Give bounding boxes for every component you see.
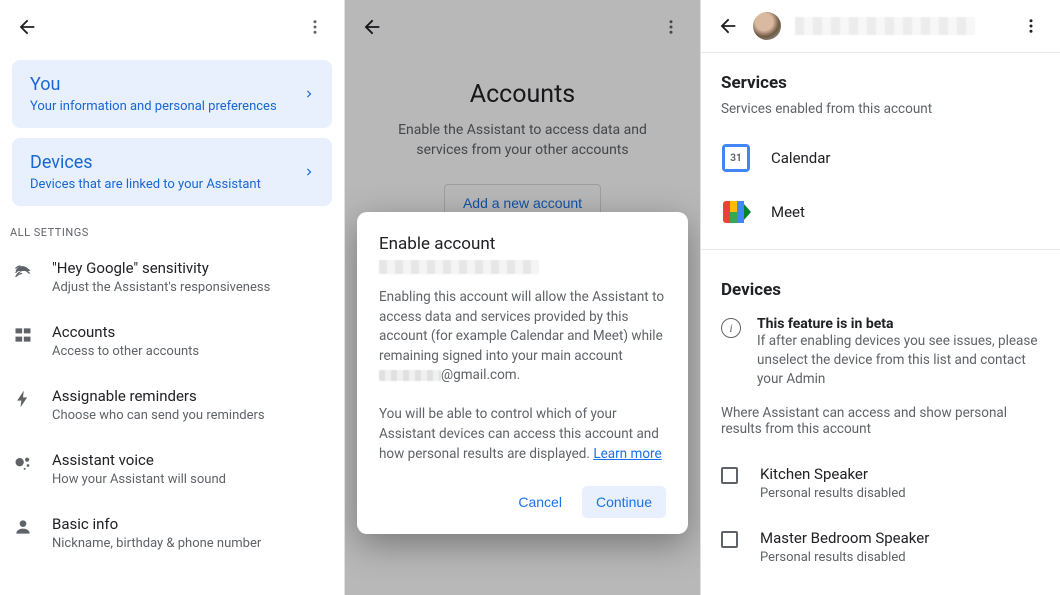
card-sub: Devices that are linked to your Assistan…: [30, 177, 261, 192]
account-name-redacted: [795, 17, 975, 35]
card-you[interactable]: You Your information and personal prefer…: [12, 60, 332, 128]
dialog-actions: Cancel Continue: [379, 486, 666, 518]
setting-title: "Hey Google" sensitivity: [52, 259, 270, 277]
checkbox[interactable]: [721, 531, 738, 548]
setting-reminders[interactable]: Assignable reminders Choose who can send…: [0, 373, 344, 437]
account-services-panel: Services Services enabled from this acco…: [701, 0, 1060, 595]
devices-desc: Where Assistant can access and show pers…: [701, 399, 1060, 451]
cancel-button[interactable]: Cancel: [506, 486, 574, 518]
beta-body: If after enabling devices you see issues…: [757, 332, 1040, 389]
service-label: Meet: [771, 203, 805, 221]
setting-basic-info[interactable]: Basic info Nickname, birthday & phone nu…: [0, 501, 344, 565]
card-title: You: [30, 74, 277, 95]
dialog-body: Enabling this account will allow the Ass…: [379, 288, 666, 464]
calendar-icon: [721, 143, 751, 173]
service-meet[interactable]: Meet: [701, 185, 1060, 239]
back-icon[interactable]: [717, 15, 739, 37]
setting-hey-google[interactable]: "Hey Google" sensitivity Adjust the Assi…: [0, 245, 344, 309]
email-prefix-redacted: [379, 370, 441, 381]
meet-icon: [721, 197, 751, 227]
setting-sub: How your Assistant will sound: [52, 472, 226, 487]
learn-more-link[interactable]: Learn more: [593, 446, 661, 462]
dialog-email-redacted: [379, 260, 539, 274]
setting-title: Assistant voice: [52, 451, 226, 469]
sensitivity-icon: [12, 259, 34, 281]
beta-title: This feature is in beta: [757, 316, 1040, 332]
device-title: Kitchen Speaker: [760, 465, 906, 483]
setting-sub: Nickname, birthday & phone number: [52, 536, 261, 551]
service-calendar[interactable]: Calendar: [701, 131, 1060, 185]
service-label: Calendar: [771, 149, 831, 167]
more-icon[interactable]: [302, 14, 328, 40]
setting-sub: Access to other accounts: [52, 344, 199, 359]
header: [701, 0, 1060, 53]
setting-title: Accounts: [52, 323, 199, 341]
services-sub: Services enabled from this account: [701, 101, 1060, 131]
email-suffix: @gmail.com.: [441, 367, 520, 383]
settings-panel: You Your information and personal prefer…: [0, 0, 345, 595]
section-label: ALL SETTINGS: [10, 226, 344, 239]
more-icon[interactable]: [1018, 13, 1044, 39]
device-sub: Personal results disabled: [760, 486, 906, 501]
setting-accounts[interactable]: Accounts Access to other accounts: [0, 309, 344, 373]
enable-account-dialog: Enable account Enabling this account wil…: [357, 212, 688, 534]
divider: [701, 249, 1060, 250]
checkbox[interactable]: [721, 467, 738, 484]
reminders-icon: [12, 387, 34, 409]
chevron-right-icon: [302, 165, 316, 179]
accounts-icon: [12, 323, 34, 345]
header: [0, 0, 344, 50]
setting-title: Assignable reminders: [52, 387, 265, 405]
setting-sub: Choose who can send you reminders: [52, 408, 265, 423]
device-sub: Personal results disabled: [760, 550, 929, 565]
beta-notice: i This feature is in beta If after enabl…: [701, 308, 1060, 399]
dialog-title: Enable account: [379, 234, 666, 254]
card-title: Devices: [30, 152, 261, 173]
card-devices[interactable]: Devices Devices that are linked to your …: [12, 138, 332, 206]
setting-voice[interactable]: Assistant voice How your Assistant will …: [0, 437, 344, 501]
device-kitchen[interactable]: Kitchen Speaker Personal results disable…: [701, 451, 1060, 515]
dialog-body-1: Enabling this account will allow the Ass…: [379, 289, 664, 364]
assistant-voice-icon: [12, 451, 34, 473]
device-title: Master Bedroom Speaker: [760, 529, 929, 547]
accounts-panel: Accounts Enable the Assistant to access …: [345, 0, 701, 595]
setting-sub: Adjust the Assistant's responsiveness: [52, 280, 270, 295]
services-title: Services: [701, 53, 1060, 101]
continue-button[interactable]: Continue: [582, 486, 666, 518]
card-sub: Your information and personal preference…: [30, 99, 277, 114]
devices-title: Devices: [701, 260, 1060, 308]
back-icon[interactable]: [16, 16, 38, 38]
person-icon: [12, 515, 34, 537]
chevron-right-icon: [302, 87, 316, 101]
setting-title: Basic info: [52, 515, 261, 533]
avatar[interactable]: [753, 12, 781, 40]
info-icon: i: [721, 318, 741, 338]
device-master-bedroom[interactable]: Master Bedroom Speaker Personal results …: [701, 515, 1060, 579]
